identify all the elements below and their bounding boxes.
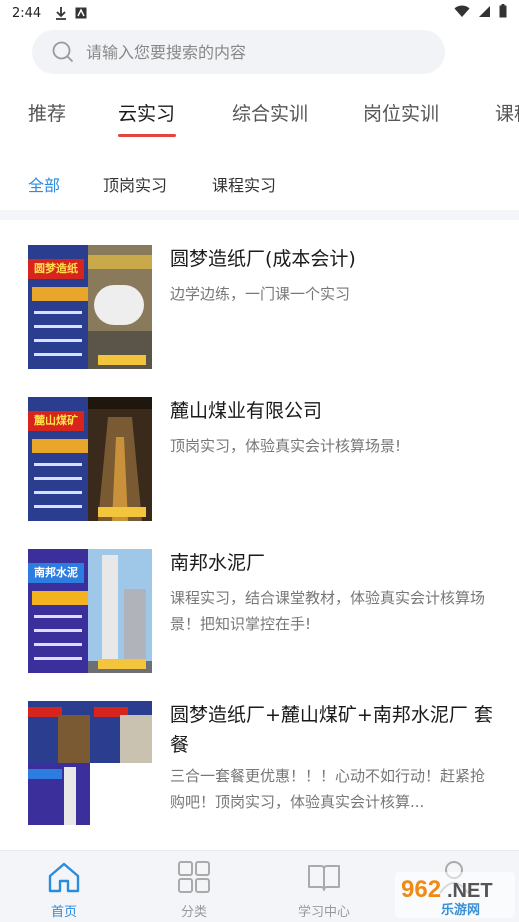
tab-course[interactable]: 课程 <box>495 99 519 126</box>
status-time: 2:44 <box>12 5 42 21</box>
list-item[interactable]: 圆梦造纸厂+麓山煤矿+南邦水泥厂 套餐 三合一套餐更优惠！！！心动不如行动！赶紧… <box>0 676 519 836</box>
course-desc: 三合一套餐更优惠！！！心动不如行动！赶紧抢购吧！顶岗实习，体验真实会计核算... <box>170 767 486 811</box>
home-icon <box>19 859 109 895</box>
battery-icon <box>499 4 507 22</box>
svg-text:.NET: .NET <box>447 880 493 902</box>
search-icon <box>52 41 74 63</box>
course-thumbnail-collage <box>28 701 152 825</box>
list-item[interactable]: 南邦水泥 南邦水泥厂 课程实习，结合课堂教材，体验真实会计核算场景！把知识掌控在… <box>0 524 519 674</box>
list-item[interactable]: 圆梦造纸 圆梦造纸厂(成本会计) 边学边练，一门课一个实习 <box>0 220 519 370</box>
nav-home-label: 首页 <box>50 905 77 920</box>
download-icon <box>55 6 67 20</box>
nav-learning-center-label: 学习中心 <box>297 905 350 920</box>
course-title: 圆梦造纸厂+麓山煤矿+南邦水泥厂 套餐 <box>170 704 493 756</box>
book-icon <box>279 859 369 895</box>
cement-plant-photo <box>88 549 152 673</box>
course-thumbnail: 麓山煤矿 <box>28 397 152 521</box>
nav-home[interactable]: 首页 <box>19 859 109 920</box>
tab-comprehensive-training[interactable]: 综合实训 <box>232 99 308 126</box>
wifi-icon <box>454 5 470 22</box>
course-desc: 边学边练，一门课一个实习 <box>170 285 351 303</box>
thumbnail-banner: 麓山煤矿 <box>28 411 84 431</box>
course-thumbnail: 圆梦造纸 <box>28 245 152 369</box>
tab-recommend[interactable]: 推荐 <box>28 99 66 126</box>
tab-position-training[interactable]: 岗位实训 <box>363 99 439 126</box>
status-bar: 2:44 <box>0 0 519 26</box>
watermark-logo: 962 .NET 乐游网 <box>395 872 515 918</box>
section-divider <box>0 210 519 220</box>
filter-tabs: 全部 顶岗实习 课程实习 <box>0 168 519 198</box>
filter-post-internship[interactable]: 顶岗实习 <box>103 172 167 196</box>
search-input[interactable] <box>86 42 386 62</box>
nav-category-label: 分类 <box>180 905 207 920</box>
factory-photo <box>88 245 152 369</box>
course-thumbnail: 南邦水泥 <box>28 549 152 673</box>
nav-category[interactable]: 分类 <box>149 859 239 920</box>
active-tab-indicator <box>118 134 176 137</box>
course-title: 南邦水泥厂 <box>170 552 266 574</box>
signal-icon <box>478 5 491 22</box>
search-bar[interactable] <box>32 30 445 74</box>
tab-cloud-internship[interactable]: 云实习 <box>118 99 175 126</box>
mine-photo <box>88 397 152 521</box>
course-title: 麓山煤业有限公司 <box>170 400 323 422</box>
category-tabs: 推荐 云实习 综合实训 岗位实训 课程 <box>0 90 519 140</box>
course-title: 圆梦造纸厂(成本会计) <box>170 248 356 270</box>
svg-text:乐游网: 乐游网 <box>441 902 480 918</box>
package-collage-image <box>28 701 152 825</box>
svg-text:962: 962 <box>401 876 441 903</box>
course-desc: 课程实习，结合课堂教材，体验真实会计核算场景！把知识掌控在手! <box>170 589 486 633</box>
app-notification-icon <box>75 7 87 19</box>
grid-icon <box>149 859 239 895</box>
list-item[interactable]: 麓山煤矿 麓山煤业有限公司 顶岗实习，体验真实会计核算场景! <box>0 372 519 522</box>
course-desc: 顶岗实习，体验真实会计核算场景! <box>170 437 402 455</box>
thumbnail-banner: 南邦水泥 <box>28 563 84 583</box>
filter-all[interactable]: 全部 <box>28 172 60 196</box>
filter-course-internship[interactable]: 课程实习 <box>212 172 276 196</box>
thumbnail-banner: 圆梦造纸 <box>28 259 84 279</box>
nav-learning-center[interactable]: 学习中心 <box>279 859 369 920</box>
